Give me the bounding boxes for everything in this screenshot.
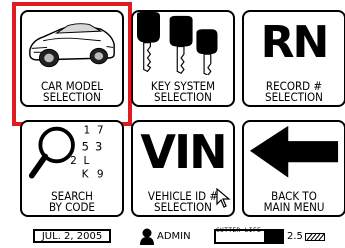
- user-name: ADMIN: [157, 231, 191, 242]
- digit-3: 5: [82, 140, 89, 154]
- car-model-selection-button[interactable]: CAR MODEL SELECTION: [20, 10, 124, 107]
- car-icon: [22, 12, 122, 75]
- hatch-icon: [305, 233, 325, 241]
- digit-2: 7: [97, 124, 104, 136]
- cutter-life-label: CUTTER LIFE: [216, 227, 262, 234]
- search-by-code-button[interactable]: 1 7 5 3 2 L K 9 SEARCH BY CODE: [20, 120, 124, 217]
- key-system-label: KEY SYSTEM SELECTION: [150, 79, 216, 104]
- digit-5: 2: [70, 155, 77, 167]
- car-model-label: CAR MODEL SELECTION: [40, 79, 104, 104]
- back-to-main-menu-button[interactable]: BACK TO MAIN MENU: [242, 120, 345, 217]
- cutter-life-value: 2.5: [287, 231, 303, 242]
- search-by-code-label: SEARCH BY CODE: [49, 189, 95, 214]
- digit-1: 1: [83, 124, 90, 136]
- digit-8: 9: [97, 169, 104, 181]
- record-selection-button[interactable]: RN RECORD # SELECTION: [242, 10, 345, 107]
- mouse-cursor-icon: [216, 188, 231, 208]
- cutter-life-fill: [263, 231, 282, 242]
- magnifier-icon: 1 7 5 3 2 L K 9: [22, 122, 122, 185]
- back-label: BACK TO MAIN MENU: [263, 189, 325, 214]
- digit-4: 3: [95, 140, 102, 154]
- digit-7: K: [82, 169, 90, 181]
- key-system-selection-button[interactable]: KEY SYSTEM SELECTION: [131, 10, 235, 107]
- digit-6: L: [83, 155, 89, 167]
- keys-icon: [133, 12, 233, 76]
- user-icon: [140, 228, 154, 245]
- date-display: JUL. 2, 2005: [33, 229, 111, 243]
- record-label: RECORD # SELECTION: [265, 79, 323, 104]
- back-arrow-icon: [244, 122, 344, 185]
- status-bar: JUL. 2, 2005 ADMIN CUTTER LIFE 2.5: [0, 227, 345, 248]
- rn-big-text: RN: [260, 17, 330, 68]
- vin-big-text: VIN: [140, 125, 227, 179]
